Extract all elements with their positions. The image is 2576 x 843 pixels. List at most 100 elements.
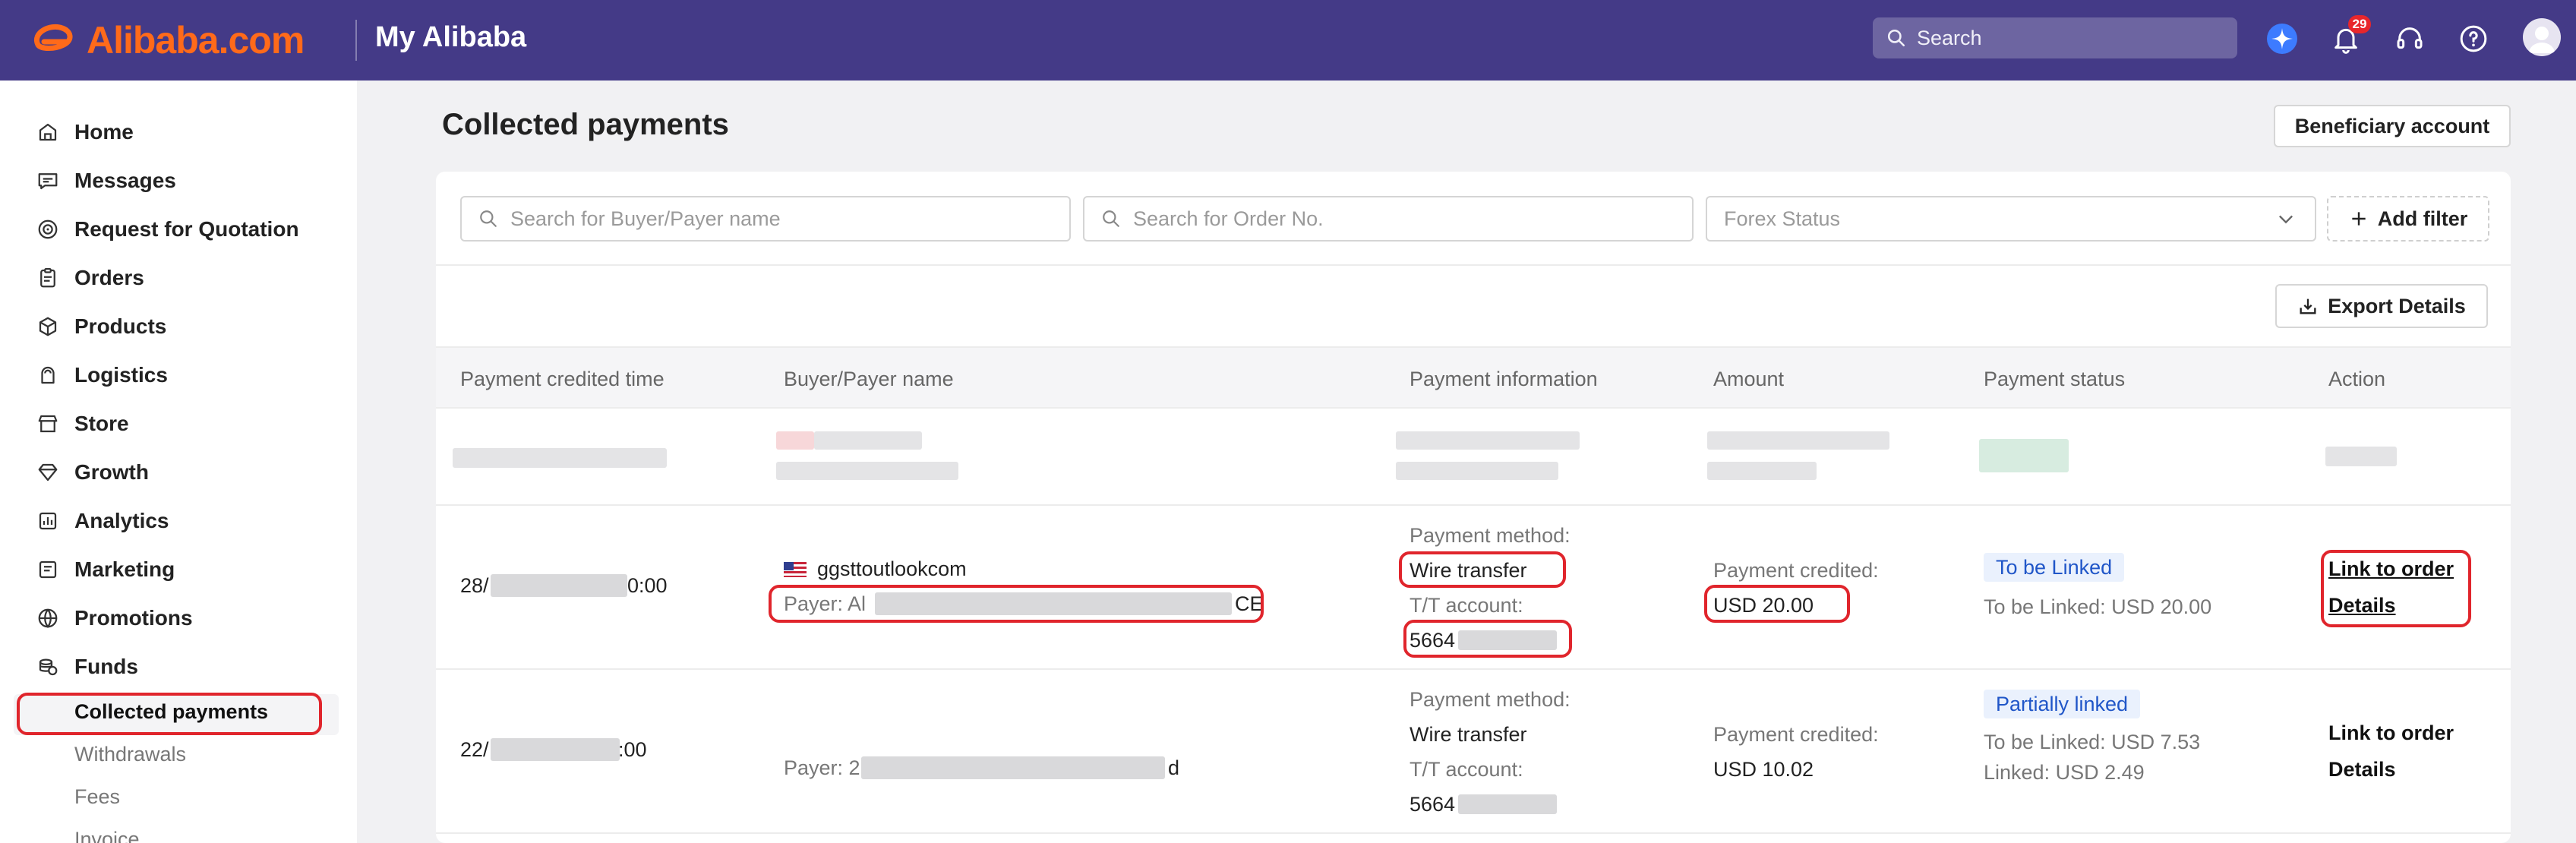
redacted-block [491,738,620,761]
beneficiary-account-button[interactable]: Beneficiary account [2274,105,2511,147]
coins-icon [35,654,61,680]
search-icon [1887,29,1905,47]
redacted-block [776,431,814,450]
sidebar-item-funds[interactable]: Funds [35,650,138,684]
sidebar-item-label: Orders [74,266,144,289]
sidebar-item-orders[interactable]: Orders [35,261,144,295]
sidebar-item-label: Messages [74,169,176,192]
payer-name-start: Payer: 2 [784,756,860,779]
redacted-block [1458,794,1557,814]
alibaba-logo[interactable]: Alibaba.com [27,18,305,62]
redacted-block [861,756,1165,779]
sidebar-item-store[interactable]: Store [35,407,129,440]
diamond-icon [35,459,61,485]
export-details-label: Export Details [2328,294,2466,317]
column-header: Payment information [1410,368,1598,390]
marketing-icon [35,557,61,583]
sidebar-item-label: Home [74,120,134,144]
payments-panel: Search for Buyer/Payer name Search for O… [436,172,2511,843]
sidebar-item-promotions[interactable]: Promotions [35,601,193,635]
order-search-input[interactable]: Search for Order No. [1083,196,1694,242]
globe-icon [35,605,61,631]
highlight-annotation [769,585,1264,623]
redacted-block [776,462,958,480]
column-header: Payment credited time [460,368,665,390]
add-filter-button[interactable]: Add filter [2327,196,2489,242]
column-header: Action [2328,368,2386,390]
help-icon[interactable] [2454,20,2492,58]
details-link[interactable]: Details [2328,758,2396,781]
sidebar-item-products[interactable]: Products [35,310,166,343]
sidebar-item-label: Marketing [74,557,175,581]
sidebar-item-marketing[interactable]: Marketing [35,553,175,586]
redacted-block [491,574,627,597]
payment-method-value: Wire transfer [1410,723,1527,746]
buyer-name: ggsttoutlookcom [817,557,967,580]
status-badge: To be Linked [1984,553,2125,582]
truck-icon [35,362,61,388]
sidebar-subitem-invoice[interactable]: Invoice [74,828,140,843]
sidebar-item-analytics[interactable]: Analytics [35,504,169,538]
ai-sparkle-icon[interactable] [2263,20,2301,58]
sidebar: Home Messages Request for Quotation Orde… [0,81,357,843]
sidebar-item-rfq[interactable]: Request for Quotation [35,213,299,246]
support-headset-icon[interactable] [2391,20,2429,58]
chevron-down-icon [2279,215,2293,224]
status-detail: Linked: USD 2.49 [1984,761,2145,784]
global-search-input[interactable]: Search [1873,17,2237,58]
sidebar-subitem-withdrawals[interactable]: Withdrawals [74,743,186,766]
sidebar-item-messages[interactable]: Messages [35,164,176,197]
sidebar-item-logistics[interactable]: Logistics [35,358,168,392]
store-icon [35,411,61,437]
status-badge: Partially linked [1984,690,2141,718]
sidebar-item-home[interactable]: Home [35,115,134,149]
column-header: Amount [1713,368,1785,390]
amount-label: Payment credited: [1713,559,1879,582]
highlight-annotation [2321,550,2471,627]
forex-status-select[interactable]: Forex Status [1706,196,2316,242]
plus-icon [2352,212,2366,226]
avatar[interactable] [2523,18,2561,56]
payer-name-end: d [1168,756,1180,779]
home-icon [35,119,61,145]
forex-status-placeholder: Forex Status [1724,207,1841,230]
redacted-block [453,448,667,468]
redacted-block [1707,462,1817,480]
clipboard-icon [35,265,61,291]
top-bar: Alibaba.com My Alibaba Search 29 [0,0,2576,81]
credited-time-end: :00 [618,738,647,761]
section-title[interactable]: My Alibaba [375,21,526,54]
highlight-annotation [1403,620,1572,658]
sidebar-item-label: Analytics [74,509,169,532]
redacted-block [1707,431,1889,450]
sidebar-item-label: Products [74,314,167,338]
tt-account-label: T/T account: [1410,758,1523,781]
table-header: Payment credited time Buyer/Payer name P… [436,346,2511,409]
tt-account-label: T/T account: [1410,594,1523,617]
sidebar-item-label: Request for Quotation [74,217,299,241]
sidebar-item-growth[interactable]: Growth [35,456,149,489]
column-header: Buyer/Payer name [784,368,954,390]
redacted-block [2325,447,2397,466]
buyer-search-placeholder: Search for Buyer/Payer name [510,207,781,230]
redacted-block [1396,431,1580,450]
amount-label: Payment credited: [1713,723,1879,746]
cube-icon [35,314,61,339]
amount-value: USD 10.02 [1713,758,1814,781]
buyer-search-input[interactable]: Search for Buyer/Payer name [460,196,1071,242]
download-icon [2300,298,2316,314]
highlight-annotation [1704,585,1850,623]
add-filter-label: Add filter [2377,207,2468,230]
redacted-block [1979,439,2069,472]
alibaba-logo-icon [33,24,73,51]
us-flag-icon [784,562,807,577]
sidebar-subitem-fees[interactable]: Fees [74,785,120,809]
message-icon [35,168,61,194]
credited-time-start: 22/ [460,738,489,761]
export-details-button[interactable]: Export Details [2275,284,2488,328]
table-row[interactable]: 22/ :00 Payer: 2 d Payment method: Wire … [436,670,2511,834]
link-to-order-button[interactable]: Link to order [2328,721,2454,745]
redacted-block [814,431,922,450]
notification-bell-icon[interactable]: 29 [2327,15,2371,58]
table-row[interactable]: 28/ 0:00 ggsttoutlookcom Payer: Al CE Pa… [436,506,2511,670]
